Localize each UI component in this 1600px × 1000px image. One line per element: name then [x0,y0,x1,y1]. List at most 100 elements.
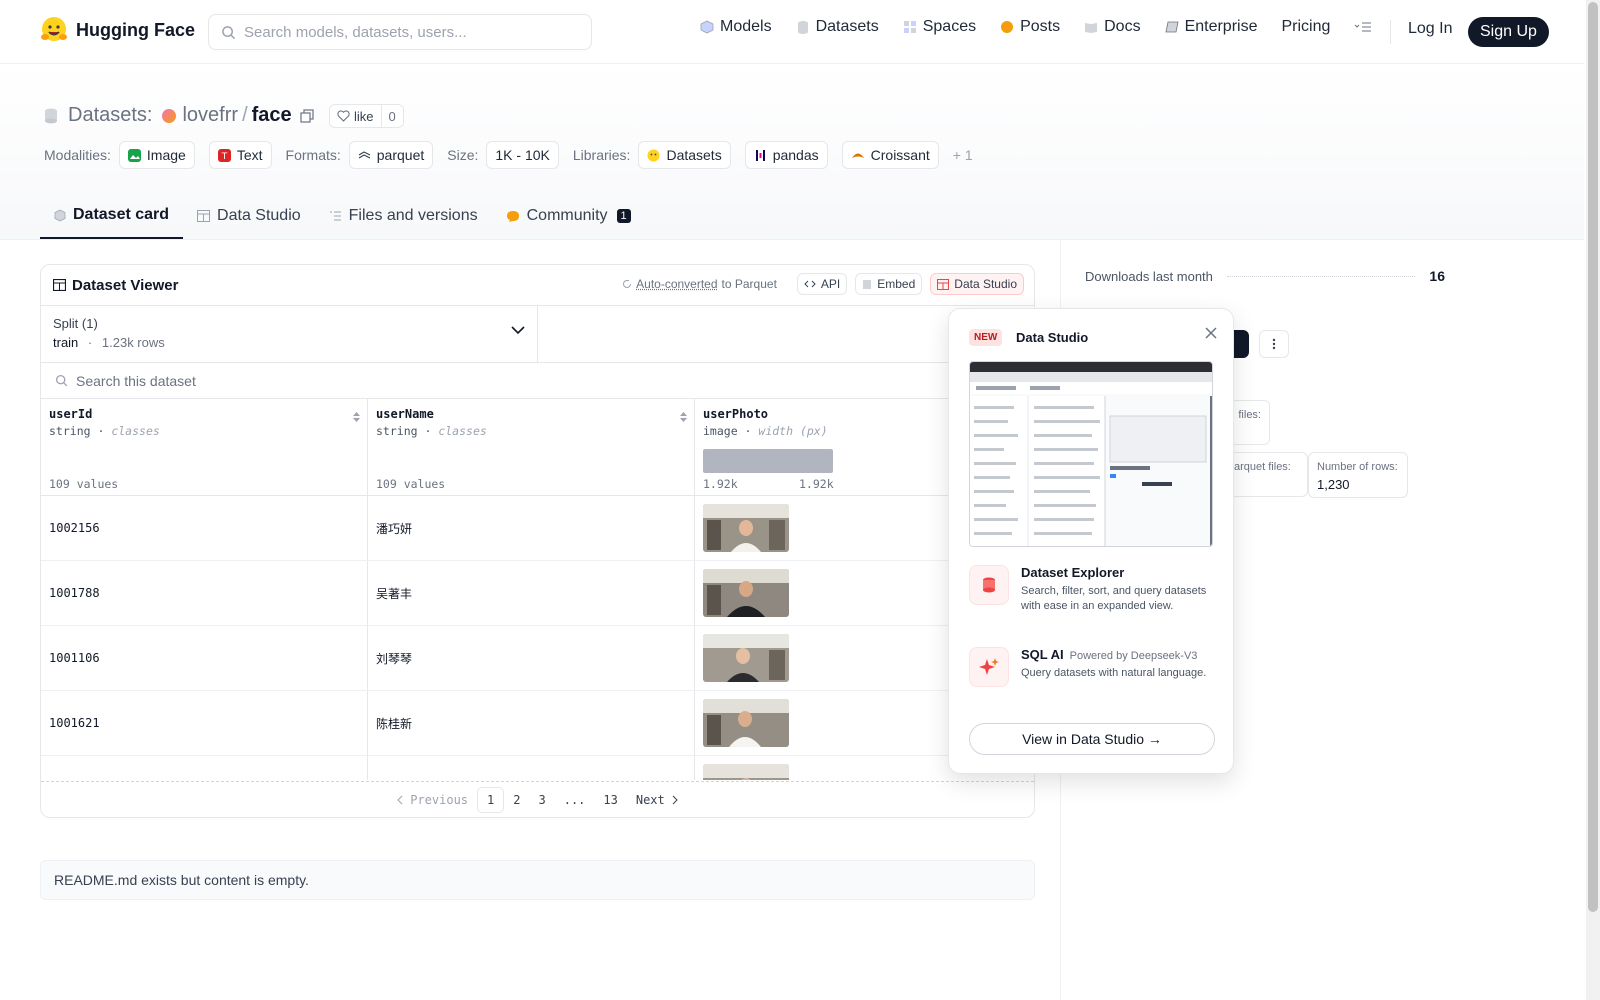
dataset-search[interactable] [41,363,1034,399]
user-photo-thumbnail[interactable] [703,699,789,747]
sort-icon[interactable] [679,411,688,423]
nav-spaces[interactable]: Spaces [903,18,976,36]
size-label: Size: [447,147,479,163]
column-kind: width (px) [758,424,828,438]
tab-data-studio[interactable]: Data Studio [183,193,315,239]
viewer-data-studio-button[interactable]: Data Studio [930,273,1024,295]
column-type-separator: · [417,424,439,438]
tab-dataset-card[interactable]: Dataset card [40,193,184,239]
dataset-name[interactable]: face [252,104,292,127]
like-button[interactable]: like 0 [329,104,404,128]
image-modality-icon [127,148,141,162]
pager-page[interactable]: 2 [504,787,529,813]
viewer-data-studio-label: Data Studio [954,277,1017,291]
table-row[interactable] [41,756,1034,780]
stat-parquet-files: arquet files: [1225,452,1308,497]
global-search[interactable] [208,14,592,50]
libraries-more[interactable]: + 1 [953,147,973,163]
histogram-max: 1.92k [799,477,834,491]
tag-image[interactable]: Image [118,141,195,169]
nav-models-label: Models [720,18,772,35]
sort-icon[interactable] [352,411,361,423]
table-row[interactable]: 1001621 陈桂新 [41,691,1034,756]
split-rows: 1.23k rows [101,335,165,350]
tag-croissant[interactable]: Croissant [841,141,939,169]
table-row[interactable]: 1001788 吴著丰 [41,561,1034,626]
pager-page[interactable]: 13 [594,787,626,813]
api-label: API [820,277,841,291]
auto-converted-note[interactable]: Auto-converted to Parquet [622,277,777,291]
brand[interactable]: Hugging Face [40,16,195,44]
column-type-label: string [376,424,418,438]
data-studio-popover: NEW Data Studio Dataset Explorer Search,… [948,308,1234,774]
sidebar-actions [1225,330,1289,358]
login-link[interactable]: Log In [1408,20,1452,38]
nav-docs[interactable]: Docs [1084,18,1141,36]
datasets-icon [797,21,808,34]
nav-pricing[interactable]: Pricing [1281,18,1330,36]
data-studio-preview-image [969,361,1213,547]
like-label: like [354,108,374,124]
repo-header: Datasets: lovefrr / face like 0 Modaliti… [0,64,1584,240]
table-row[interactable]: 1002156 潘巧妍 [41,496,1034,561]
tag-datasets-label: Datasets [666,147,722,163]
nav-datasets[interactable]: Datasets [796,18,879,36]
signup-button[interactable]: Sign Up [1468,17,1549,47]
chevron-down-icon [511,326,525,335]
tab-community[interactable]: Community 1 [492,193,645,239]
column-header-userid[interactable]: userId string · classes 109 values [41,399,368,495]
tag-datasets[interactable]: Datasets [638,141,731,169]
user-photo-thumbnail[interactable] [703,504,789,552]
nav-more-menu[interactable] [1354,20,1372,34]
nav-models[interactable]: Models [700,18,772,36]
text-modality-icon: T [217,148,231,162]
pager-page[interactable]: 1 [477,786,505,813]
nav-posts[interactable]: Posts [1000,18,1060,36]
column-stat: 109 values [376,477,446,491]
view-in-data-studio-button[interactable]: View in Data Studio → [969,723,1215,755]
tag-parquet-label: parquet [376,147,425,163]
user-photo-thumbnail[interactable] [703,764,789,780]
column-type-label: string [49,424,91,438]
readme-notice: README.md exists but content is empty. [40,860,1035,900]
split-selector[interactable]: Split (1) train · 1.23k rows [41,306,538,362]
table-header: userId string · classes 109 values userN… [41,399,1034,496]
tag-parquet[interactable]: parquet [348,141,434,169]
user-photo-thumbnail[interactable] [703,634,789,682]
embed-button[interactable]: Embed [855,273,923,295]
width-histogram[interactable] [703,449,833,473]
page-scrollbar-thumb[interactable] [1588,2,1598,912]
files-icon [329,211,341,221]
pager-page[interactable]: 3 [529,787,554,813]
spaces-icon [903,21,916,33]
repo-tabs: Dataset card Data Studio Files and versi… [40,193,645,240]
global-search-input[interactable] [244,23,564,41]
nav-enterprise[interactable]: Enterprise [1165,18,1257,36]
pager-ellipsis: ... [563,792,586,807]
svg-text:T: T [221,152,228,162]
api-button[interactable]: API [796,273,848,295]
stat-parquet-label: arquet files: [1234,461,1291,473]
breadcrumb-separator: / [242,104,248,126]
close-icon[interactable] [1205,327,1217,339]
tag-size[interactable]: 1K - 10K [486,141,559,169]
table-row[interactable]: 1001106 刘琴琴 [41,626,1034,691]
pagination: Previous 1 2 3 ... 13 Next [41,781,1034,817]
tag-pandas[interactable]: pandas [744,141,828,169]
section-label[interactable]: Datasets: [68,104,152,127]
auto-converted-link[interactable]: Auto-converted [636,277,717,291]
dataset-search-input[interactable] [76,372,576,389]
user-photo-thumbnail[interactable] [703,569,789,617]
copy-icon[interactable] [300,108,314,123]
pandas-icon [755,149,765,161]
to-parquet-text: to Parquet [721,277,777,291]
pager-next[interactable]: Next [627,787,688,813]
column-header-username[interactable]: userName string · classes 109 values [368,399,695,495]
tag-text[interactable]: T Text [208,141,272,169]
more-options-button[interactable] [1259,330,1289,358]
hf-datasets-icon [647,149,660,161]
pager-previous[interactable]: Previous [387,787,477,813]
tab-files[interactable]: Files and versions [315,193,492,239]
more-vertical-icon [1272,338,1276,350]
owner-link[interactable]: lovefrr [182,104,238,127]
